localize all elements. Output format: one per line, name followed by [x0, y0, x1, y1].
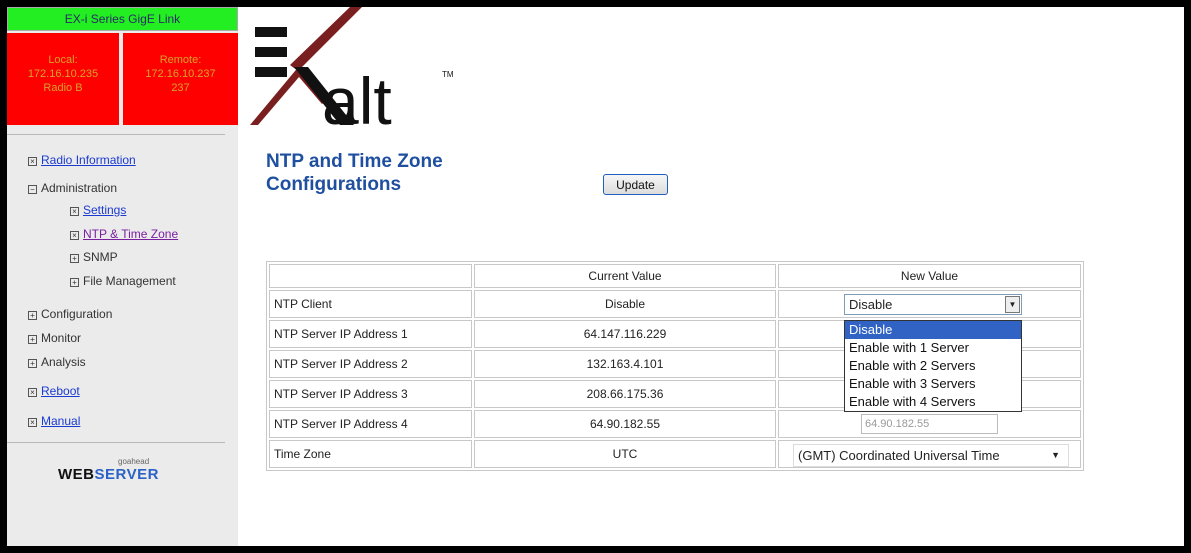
- nav-manual[interactable]: × Manual: [28, 414, 80, 428]
- nav-administration-label: Administration: [41, 181, 118, 195]
- expand-icon: +: [70, 278, 79, 287]
- nav-file-management-label: File Management: [83, 274, 176, 288]
- webserver-goahead-text: goahead: [118, 457, 150, 466]
- webserver-logo-web: WEB: [58, 466, 95, 483]
- row-current-value: 208.66.175.36: [474, 380, 776, 408]
- expand-icon: ×: [28, 157, 37, 166]
- dropdown-arrow-icon[interactable]: ▼: [1005, 296, 1020, 313]
- row-label: NTP Server IP Address 2: [269, 350, 472, 378]
- nav-configuration[interactable]: + Configuration: [28, 307, 112, 321]
- table-row: NTP Server IP Address 4 64.90.182.55: [269, 410, 1081, 438]
- nav-analysis[interactable]: + Analysis: [28, 355, 86, 369]
- nav-settings-link[interactable]: Settings: [83, 203, 126, 217]
- expand-icon: ×: [28, 418, 37, 427]
- row-new-value-cell: (GMT) Coordinated Universal Time ▼: [778, 440, 1081, 468]
- sidebar-divider: [7, 134, 225, 135]
- time-zone-select[interactable]: (GMT) Coordinated Universal Time ▼: [793, 444, 1069, 467]
- row-current-value: 64.90.182.55: [474, 410, 776, 438]
- expand-icon: +: [28, 359, 37, 368]
- expand-icon: +: [28, 335, 37, 344]
- nav-radio-information-link[interactable]: Radio Information: [41, 153, 136, 167]
- remote-name: 237: [171, 82, 190, 94]
- ntp-client-select-value: Disable: [849, 297, 893, 312]
- local-status-box: Local: 172.16.10.235 Radio B: [7, 33, 119, 125]
- remote-status-box: Remote: 172.16.10.237 237: [123, 33, 238, 125]
- nav-snmp-label: SNMP: [83, 250, 118, 264]
- row-current-value: 64.147.116.229: [474, 320, 776, 348]
- page-title-line1: NTP and Time Zone: [266, 151, 443, 172]
- row-current-value: Disable: [474, 290, 776, 318]
- nav-settings[interactable]: × Settings: [70, 203, 126, 217]
- dropdown-option-1-server[interactable]: Enable with 1 Server: [845, 339, 1021, 357]
- logo-tm-text: TM: [442, 70, 454, 79]
- webserver-logo-server: SERVER: [94, 466, 159, 483]
- expand-icon: ×: [70, 231, 79, 240]
- expand-icon: +: [28, 311, 37, 320]
- nav-reboot-link[interactable]: Reboot: [41, 384, 80, 398]
- header-blank: [269, 264, 472, 288]
- dropdown-option-2-servers[interactable]: Enable with 2 Servers: [845, 357, 1021, 375]
- ntp-client-dropdown-list: Disable Enable with 1 Server Enable with…: [844, 320, 1022, 412]
- page-title-line2: Configurations: [266, 174, 402, 195]
- nav-analysis-label: Analysis: [41, 355, 86, 369]
- chevron-down-icon[interactable]: ▼: [1051, 445, 1060, 466]
- local-ip: 172.16.10.235: [27, 68, 99, 80]
- row-label: NTP Server IP Address 1: [269, 320, 472, 348]
- row-label: Time Zone: [269, 440, 472, 468]
- row-label: NTP Server IP Address 4: [269, 410, 472, 438]
- expand-icon: +: [70, 254, 79, 263]
- sidebar-divider-bottom: [7, 442, 225, 443]
- page-title: NTP and Time Zone Configurations: [266, 150, 516, 196]
- local-label: Local:: [48, 54, 78, 66]
- webserver-logo: WEBSERVER: [58, 466, 159, 483]
- ntp-client-select[interactable]: Disable ▼: [844, 294, 1022, 315]
- exalt-logo: alt TM: [250, 7, 454, 132]
- row-new-value-cell: [778, 410, 1081, 438]
- nav-configuration-label: Configuration: [41, 307, 113, 321]
- ntp-server-4-input[interactable]: [861, 414, 998, 434]
- row-label: NTP Client: [269, 290, 472, 318]
- sidebar: EX-i Series GigE Link Local: 172.16.10.2…: [7, 7, 238, 546]
- header-new-value: New Value: [778, 264, 1081, 288]
- nav-ntp-time-zone-link[interactable]: NTP & Time Zone: [83, 227, 178, 241]
- table-row: Time Zone UTC (GMT) Coordinated Universa…: [269, 440, 1081, 468]
- nav-radio-information[interactable]: × Radio Information: [28, 153, 136, 167]
- row-label: NTP Server IP Address 3: [269, 380, 472, 408]
- remote-ip: 172.16.10.237: [145, 68, 216, 80]
- table-row: NTP Client Disable Disable ▼: [269, 290, 1081, 318]
- update-button[interactable]: Update: [603, 174, 668, 195]
- remote-label: Remote:: [159, 54, 202, 66]
- expand-icon: ×: [70, 207, 79, 216]
- collapse-icon: −: [28, 185, 37, 194]
- nav-monitor[interactable]: + Monitor: [28, 331, 81, 345]
- local-name: Radio B: [43, 82, 83, 94]
- nav-monitor-label: Monitor: [41, 331, 82, 345]
- table-header-row: Current Value New Value: [269, 264, 1081, 288]
- link-title: EX-i Series GigE Link: [7, 7, 238, 31]
- nav-ntp-time-zone[interactable]: × NTP & Time Zone: [70, 227, 178, 241]
- row-current-value: UTC: [474, 440, 776, 468]
- row-current-value: 132.163.4.101: [474, 350, 776, 378]
- nav-manual-link[interactable]: Manual: [41, 414, 80, 428]
- header-current-value: Current Value: [474, 264, 776, 288]
- time-zone-select-value: (GMT) Coordinated Universal Time: [798, 448, 1000, 463]
- expand-icon: ×: [28, 388, 37, 397]
- dropdown-option-disable[interactable]: Disable: [845, 321, 1021, 339]
- nav-reboot[interactable]: × Reboot: [28, 384, 80, 398]
- dropdown-option-4-servers[interactable]: Enable with 4 Servers: [845, 393, 1021, 411]
- nav-administration[interactable]: − Administration: [28, 181, 117, 195]
- logo-alt-text: alt: [322, 64, 392, 132]
- nav-snmp[interactable]: + SNMP: [70, 250, 118, 264]
- dropdown-option-3-servers[interactable]: Enable with 3 Servers: [845, 375, 1021, 393]
- row-new-value-cell: Disable ▼: [778, 290, 1081, 318]
- nav-file-management[interactable]: + File Management: [70, 274, 176, 288]
